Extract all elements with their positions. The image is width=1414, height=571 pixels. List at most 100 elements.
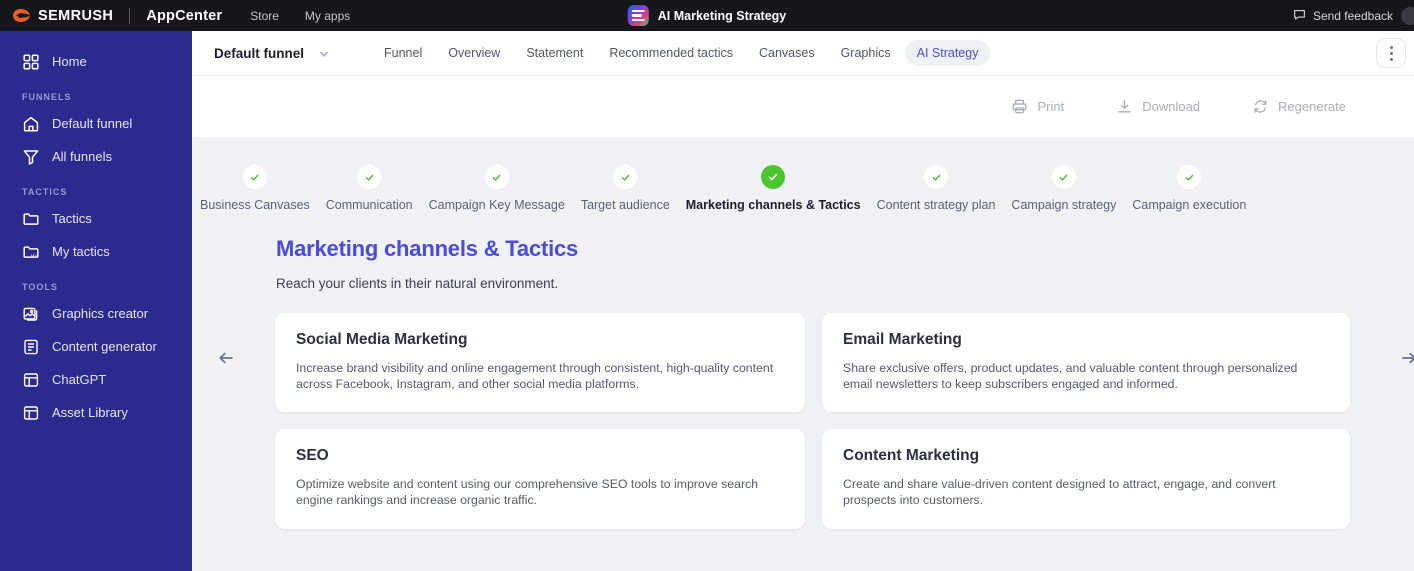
sidebar-group-tactics: TACTICS [22, 187, 68, 197]
house-icon [22, 115, 40, 133]
step-campaign-strategy[interactable]: Campaign strategy [1003, 165, 1124, 212]
sidebar-item-label: Default funnel [52, 116, 133, 131]
page-subtitle: Reach your clients in their natural envi… [276, 276, 559, 291]
download-button[interactable]: Download [1116, 98, 1200, 115]
chevron-down-icon [318, 47, 330, 59]
sidebar-item-all-funnels[interactable]: All funnels [0, 140, 192, 173]
check-icon [1051, 165, 1076, 189]
step-label: Content strategy plan [876, 198, 996, 212]
sidebar-item-label: Tactics [52, 211, 92, 226]
step-communication[interactable]: Communication [318, 165, 421, 212]
step-business-canvases[interactable]: Business Canvases [192, 165, 318, 212]
regenerate-label: Regenerate [1278, 99, 1346, 114]
step-campaign-execution[interactable]: Campaign execution [1124, 165, 1254, 212]
content-area: Business Canvases Communication Campaign… [192, 137, 1414, 571]
sidebar-group-tools: TOOLS [22, 282, 58, 292]
comment-icon [1293, 8, 1306, 24]
card-content-marketing[interactable]: Content Marketing Create and share value… [822, 429, 1350, 529]
sidebar-item-graphics-creator[interactable]: Graphics creator [0, 297, 192, 330]
tab-recommended-tactics[interactable]: Recommended tactics [597, 40, 745, 66]
section-header: Marketing channels & Tactics Reach your … [192, 236, 1414, 291]
dot [1389, 45, 1393, 49]
print-button[interactable]: Print [1011, 98, 1064, 115]
layout-icon [22, 371, 40, 389]
sidebar-item-label: Content generator [52, 339, 157, 354]
step-campaign-key-message[interactable]: Campaign Key Message [421, 165, 573, 212]
step-label: Marketing channels & Tactics [685, 198, 861, 212]
app-root: SEMRUSH AppCenter Store My apps AI Marke… [0, 0, 1414, 571]
card-email-marketing[interactable]: Email Marketing Share exclusive offers, … [822, 313, 1350, 413]
tab-funnel[interactable]: Funnel [372, 40, 434, 66]
app-logo-icon [627, 5, 649, 26]
image-icon [22, 305, 40, 323]
check-icon [484, 165, 509, 189]
previous-arrow-button[interactable] [215, 347, 237, 369]
step-label: Campaign execution [1132, 198, 1247, 212]
top-link-store[interactable]: Store [250, 9, 279, 23]
step-marketing-channels-tactics[interactable]: Marketing channels & Tactics [678, 165, 869, 212]
refresh-icon [1252, 98, 1269, 115]
cards-grid: Social Media Marketing Increase brand vi… [192, 313, 1414, 529]
app-identity: AI Marketing Strategy [627, 5, 786, 26]
sidebar-item-label: All funnels [52, 149, 112, 164]
tab-graphics[interactable]: Graphics [829, 40, 903, 66]
folder-icon [22, 210, 40, 228]
download-icon [1116, 98, 1133, 115]
funnel-selector[interactable]: Default funnel [214, 46, 330, 61]
more-options-button[interactable] [1376, 38, 1406, 68]
sidebar: Home FUNNELS Default funnel All funnels … [0, 31, 192, 571]
step-target-audience[interactable]: Target audience [573, 165, 678, 212]
card-title: Social Media Marketing [296, 331, 468, 348]
dot [1389, 57, 1393, 61]
tab-canvases[interactable]: Canvases [747, 40, 827, 66]
sidebar-item-chatgpt[interactable]: ChatGPT [0, 363, 192, 396]
check-icon [1177, 165, 1202, 189]
step-content-strategy-plan[interactable]: Content strategy plan [869, 165, 1004, 212]
layout-icon [22, 404, 40, 422]
check-icon [242, 165, 267, 189]
sidebar-item-tactics[interactable]: Tactics [0, 202, 192, 235]
sidebar-group-funnels: FUNNELS [22, 92, 72, 102]
step-label: Campaign strategy [1011, 198, 1117, 212]
tab-ai-strategy[interactable]: AI Strategy [904, 40, 991, 66]
step-label: Business Canvases [200, 198, 310, 212]
funnel-icon [22, 148, 40, 166]
folder-my-icon: MY [22, 243, 40, 261]
avatar[interactable] [1401, 6, 1414, 25]
sidebar-item-label: Graphics creator [52, 306, 149, 321]
check-icon [613, 165, 638, 189]
sidebar-item-label: ChatGPT [52, 372, 107, 387]
step-label: Campaign Key Message [428, 198, 565, 212]
regenerate-button[interactable]: Regenerate [1252, 98, 1346, 115]
card-description: Optimize website and content using our c… [296, 477, 759, 508]
document-toolbar: Print Download Regenerate [192, 76, 1414, 137]
sidebar-item-content-generator[interactable]: Content generator [0, 330, 192, 363]
sidebar-item-label: My tactics [52, 244, 110, 259]
document-icon [22, 338, 40, 356]
sidebar-item-asset-library[interactable]: Asset Library [0, 396, 192, 429]
sidebar-item-my-tactics[interactable]: MY My tactics [0, 235, 192, 268]
print-icon [1011, 98, 1028, 115]
next-arrow-button[interactable] [1398, 347, 1414, 369]
tab-overview[interactable]: Overview [436, 40, 512, 66]
svg-text:MY: MY [31, 253, 37, 258]
tab-bar: Default funnel Funnel Overview Statement… [192, 31, 1414, 76]
step-label: Communication [325, 198, 413, 212]
card-social-media-marketing[interactable]: Social Media Marketing Increase brand vi… [275, 313, 805, 413]
sidebar-item-default-funnel[interactable]: Default funnel [0, 107, 192, 140]
tab-statement[interactable]: Statement [514, 40, 595, 66]
top-link-my-apps[interactable]: My apps [305, 9, 350, 23]
brand-name: SEMRUSH [38, 7, 114, 24]
top-bar-actions: Send feedback [1293, 0, 1414, 31]
top-nav-links: Store My apps [250, 9, 350, 23]
progress-stepper: Business Canvases Communication Campaign… [192, 137, 1414, 212]
page-title: Marketing channels & Tactics [276, 236, 579, 261]
card-seo[interactable]: SEO Optimize website and content using o… [275, 429, 805, 529]
check-icon [357, 165, 382, 189]
card-description: Increase brand visibility and online eng… [296, 361, 774, 391]
sidebar-item-label: Home [52, 54, 87, 69]
sidebar-item-home[interactable]: Home [0, 45, 192, 78]
send-feedback-button[interactable]: Send feedback [1293, 8, 1393, 24]
semrush-logo-icon [12, 8, 31, 23]
brand-logo[interactable]: SEMRUSH AppCenter [0, 7, 222, 24]
